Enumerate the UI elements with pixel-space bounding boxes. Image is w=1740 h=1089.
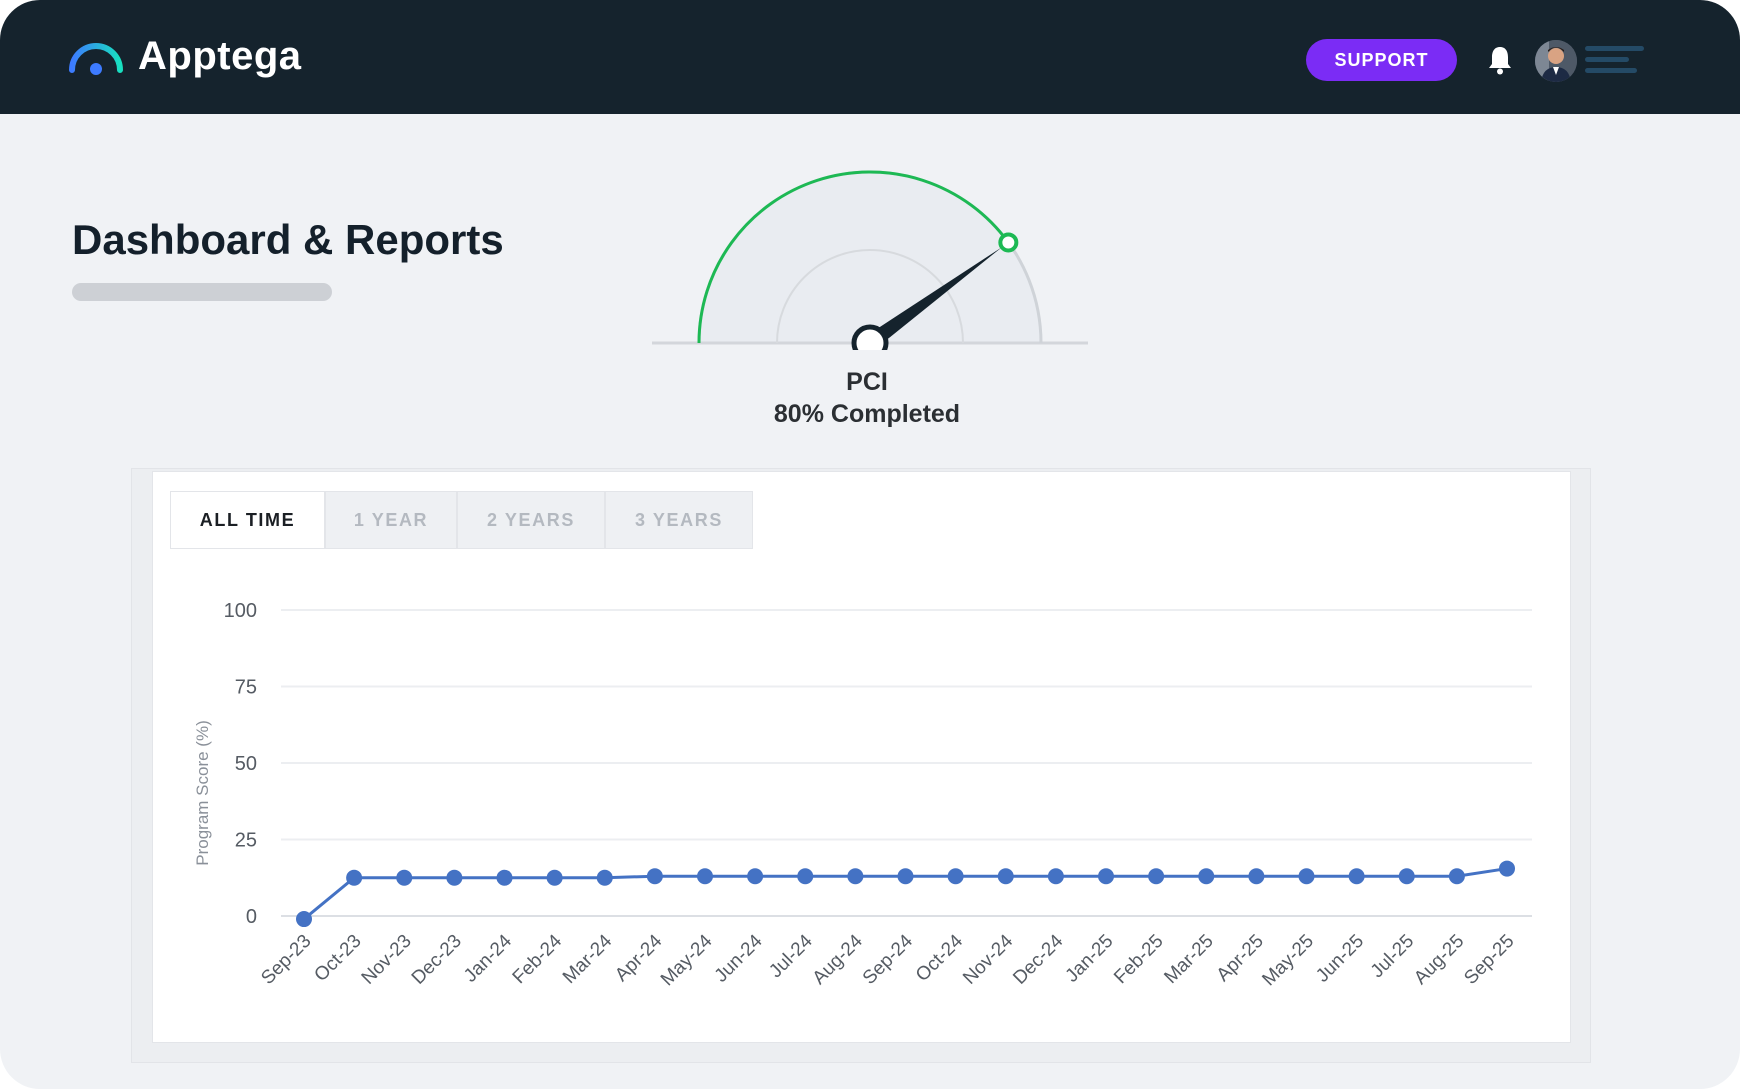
data-point [446, 869, 463, 886]
x-tick-label: Jun-25 [1312, 931, 1368, 987]
pci-gauge [652, 170, 1088, 350]
gauge-hub [851, 324, 889, 350]
y-axis-label: Program Score (%) [193, 720, 212, 865]
x-tick-label: Aug-24 [809, 930, 867, 988]
data-point [1398, 868, 1415, 885]
data-point [1499, 860, 1515, 877]
x-tick-label: Oct-24 [912, 930, 967, 985]
data-point [797, 868, 814, 885]
data-point [496, 869, 513, 886]
x-tick-label: Mar-25 [1160, 931, 1217, 988]
x-tick-label: Sep-24 [859, 930, 917, 988]
x-tick-label: May-25 [1258, 931, 1318, 991]
data-point [1248, 868, 1265, 885]
menu-icon[interactable] [1585, 44, 1645, 76]
x-tick-label: May-24 [657, 930, 717, 990]
x-tick-label: Jan-24 [460, 930, 516, 986]
app-name: Apptega [138, 34, 302, 78]
data-point [1098, 868, 1114, 885]
tab-3-years[interactable]: 3 YEARS [605, 491, 753, 549]
data-point [1198, 868, 1215, 885]
data-point [346, 869, 363, 886]
x-tick-label: Nov-24 [959, 930, 1017, 988]
data-point [646, 868, 663, 885]
x-tick-label: Dec-24 [1009, 930, 1067, 988]
data-point [396, 869, 413, 886]
time-range-tabs: ALL TIME 1 YEAR 2 YEARS 3 YEARS [170, 491, 753, 551]
data-point [546, 869, 563, 886]
data-point [897, 868, 914, 885]
data-point [1448, 868, 1465, 885]
y-tick-label-75: 75 [235, 677, 257, 699]
x-tick-label: Oct-23 [310, 931, 365, 986]
x-tick-label: Sep-25 [1460, 931, 1518, 989]
data-point [1047, 868, 1064, 885]
data-point [1148, 868, 1165, 885]
data-point [747, 868, 764, 885]
user-portrait-icon [1535, 40, 1577, 82]
top-navigation-bar: Apptega SUPPORT [0, 0, 1740, 114]
x-tick-label: Sep-23 [257, 931, 315, 989]
app-window: Apptega SUPPORT Dashboard & Reports PCI [0, 0, 1740, 1089]
x-tick-label: Dec-23 [408, 931, 466, 989]
data-point [697, 868, 713, 885]
x-tick-label: Nov-23 [358, 931, 416, 989]
data-point [1348, 868, 1365, 885]
data-point [296, 911, 312, 928]
x-tick-label: Aug-25 [1410, 931, 1468, 989]
data-point [997, 868, 1014, 885]
data-point [596, 869, 613, 886]
gauge-end-marker [998, 232, 1019, 253]
x-tick-label: Feb-25 [1110, 931, 1167, 988]
x-tick-label: Mar-24 [559, 930, 617, 988]
page-title: Dashboard & Reports [72, 216, 504, 263]
user-avatar[interactable] [1535, 40, 1577, 82]
y-tick-label-0: 0 [246, 906, 257, 928]
notification-bell-icon[interactable] [1486, 44, 1514, 76]
tab-2-years[interactable]: 2 YEARS [457, 491, 605, 549]
y-tick-label-100: 100 [224, 600, 257, 622]
gauge-title: PCI [846, 368, 888, 396]
title-underline-placeholder [72, 283, 332, 301]
gauge-status-text: 80% Completed [773, 400, 961, 428]
data-point [947, 868, 964, 885]
app-logo[interactable]: Apptega [66, 34, 302, 78]
support-button[interactable]: SUPPORT [1306, 39, 1457, 81]
data-point [1298, 868, 1315, 885]
tab-all-time[interactable]: ALL TIME [170, 491, 325, 549]
gauge-background [699, 172, 1041, 343]
logo-arc-icon [69, 43, 123, 75]
x-tick-label: Feb-24 [509, 930, 567, 988]
x-tick-label: Jun-24 [711, 930, 767, 986]
y-tick-label-50: 50 [235, 753, 257, 775]
y-tick-label-25: 25 [235, 830, 257, 852]
tab-1-year[interactable]: 1 YEAR [325, 491, 457, 549]
x-tick-label: Jan-25 [1062, 931, 1118, 987]
program-score-line-chart: 0255075100Program Score (%)Sep-23Oct-23N… [193, 600, 1532, 991]
data-point [847, 868, 864, 885]
